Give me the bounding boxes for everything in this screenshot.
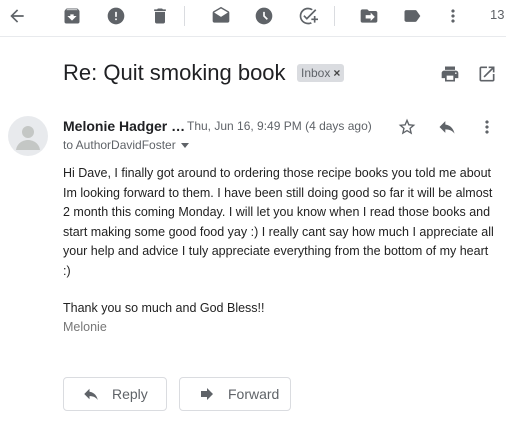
mark-unread-icon[interactable] (207, 4, 235, 28)
add-task-icon[interactable] (294, 4, 322, 28)
person-icon (16, 126, 40, 150)
report-spam-icon[interactable] (102, 4, 130, 28)
snooze-icon[interactable] (250, 4, 278, 28)
labels-icon[interactable] (398, 4, 426, 28)
chevron-down-icon[interactable] (180, 143, 189, 149)
remove-label-icon[interactable]: × (333, 66, 340, 80)
archive-icon[interactable] (58, 4, 86, 28)
star-icon[interactable] (394, 115, 420, 139)
subject-row: Re: Quit smoking book Inbox × (63, 60, 503, 90)
reply-icon[interactable] (434, 115, 460, 139)
closing-line: Thank you so much and God Bless!! (63, 301, 265, 315)
body-paragraph: Hi Dave, I finally got around to orderin… (63, 166, 494, 278)
reply-button[interactable]: Reply (63, 377, 167, 411)
message-date: Thu, Jun 16, 9:49 PM (4 days ago) (187, 119, 372, 133)
back-arrow-icon[interactable] (3, 4, 31, 28)
sender-name[interactable]: Melonie Hadger … (63, 118, 185, 134)
avatar (8, 116, 48, 156)
inbox-label-chip[interactable]: Inbox × (297, 64, 345, 82)
recipient-details[interactable]: to AuthorDavidFoster (63, 138, 189, 152)
forward-button[interactable]: Forward (179, 377, 291, 411)
reply-icon (84, 388, 98, 400)
forward-label: Forward (228, 386, 280, 402)
signature: Melonie (63, 320, 107, 334)
pagination-count: 13 (490, 7, 505, 22)
email-subject: Re: Quit smoking book (63, 60, 286, 85)
reply-label: Reply (112, 386, 148, 402)
more-vert-icon[interactable] (439, 4, 467, 28)
toolbar-divider (334, 6, 335, 26)
print-icon[interactable] (438, 62, 462, 86)
toolbar: 13 (0, 0, 506, 37)
more-vert-icon[interactable] (474, 115, 500, 139)
delete-icon[interactable] (146, 4, 174, 28)
label-text: Inbox (301, 66, 331, 80)
message-body: Hi Dave, I finally got around to orderin… (63, 164, 499, 281)
recipient-text: to AuthorDavidFoster (63, 138, 176, 152)
move-to-icon[interactable] (355, 4, 383, 28)
open-in-new-window-icon[interactable] (475, 62, 499, 86)
toolbar-divider (184, 6, 185, 26)
forward-icon (201, 388, 213, 400)
